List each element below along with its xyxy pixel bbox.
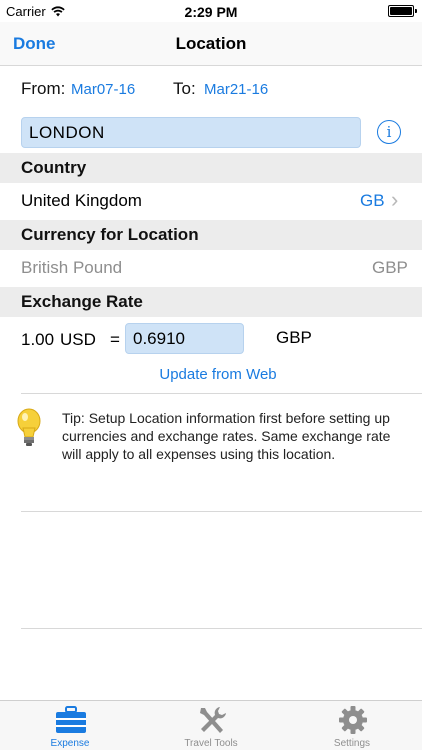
tab-settings[interactable]: Settings [282,701,422,750]
currency-code: GBP [372,258,408,277]
location-input[interactable]: LONDON [21,117,361,148]
country-header: Country [0,153,422,183]
base-amount: 1.00 [21,330,55,349]
divider [21,393,422,394]
page-title: Location [175,34,247,53]
tab-bar: Expense Travel Tools Settings [0,700,422,750]
target-currency: GBP [276,328,312,347]
update-from-web-button[interactable]: Update from Web [0,366,422,383]
exchange-rate-input[interactable]: 0.6910 [125,323,244,354]
tip-text: Tip: Setup Location information first be… [62,410,391,462]
navigation-bar: Done Location [0,22,422,66]
divider [21,628,422,629]
tab-travel-tools[interactable]: Travel Tools [141,701,281,750]
battery-icon [388,5,417,17]
lightbulb-icon [17,408,41,446]
equals-sign: = [110,330,120,349]
base-currency: USD [60,330,96,349]
info-icon[interactable]: i [377,120,401,144]
exchange-rate-header: Exchange Rate [0,287,422,317]
divider [21,511,422,512]
from-label: From: [21,79,66,98]
country-code: GB [360,191,385,210]
to-date-button[interactable]: Mar21-16 [204,81,268,98]
country-name: United Kingdom [21,191,142,210]
chevron-right-icon: › [391,187,399,212]
status-bar: Carrier 2:29 PM [0,0,422,22]
tab-travel-tools-label: Travel Tools [184,738,238,749]
tab-expense-label: Expense [50,738,90,749]
status-time: 2:29 PM [184,4,238,20]
battery-fill [390,7,412,15]
tab-settings-label: Settings [333,738,371,749]
tab-expense[interactable]: Expense [0,701,140,750]
date-range-row: From: Mar07-16 To: Mar21-16 [0,66,422,110]
to-label: To: [173,79,196,98]
gear-icon [339,706,367,734]
from-date-button[interactable]: Mar07-16 [71,81,135,98]
currency-header: Currency for Location [0,220,422,250]
suitcase-icon [56,706,86,733]
tools-icon [200,707,226,733]
currency-name: British Pound [21,258,123,277]
